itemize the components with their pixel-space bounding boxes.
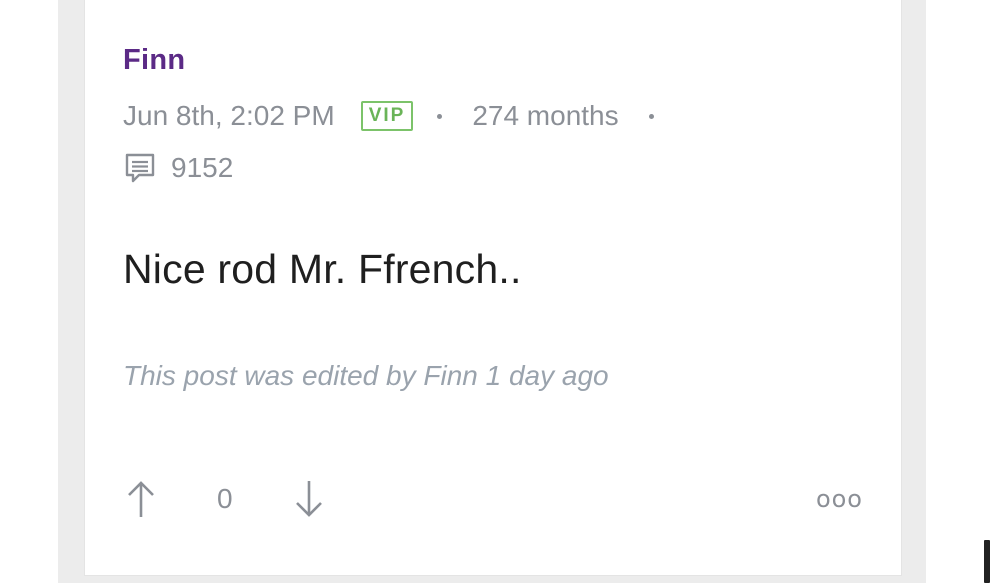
upvote-button[interactable] [123, 477, 159, 521]
downvote-button[interactable] [291, 477, 327, 521]
separator-dot [437, 113, 443, 119]
scroll-indicator [984, 540, 990, 583]
arrow-down-icon [295, 481, 322, 517]
member-tenure: 274 months [472, 100, 619, 131]
edit-note: This post was edited by Finn 1 day ago [123, 360, 609, 391]
post-body: Nice rod Mr. Ffrench.. [123, 246, 522, 292]
reply-count-value: 9152 [171, 152, 234, 183]
page-gutter [0, 0, 58, 583]
reply-count: 9152 [123, 150, 233, 186]
post-card: Finn Jun 8th, 2:02 PM VIP 274 months 915… [84, 0, 902, 576]
more-options-button[interactable]: ooo [816, 485, 863, 513]
arrow-up-icon [128, 481, 154, 517]
author-name[interactable]: Finn [123, 44, 185, 77]
chat-bubble-icon [123, 151, 157, 185]
vote-count: 0 [217, 483, 233, 514]
post-date[interactable]: Jun 8th, 2:02 PM [123, 100, 335, 132]
vote-bar: 0 ooo [123, 476, 863, 522]
vip-badge: VIP [360, 101, 414, 131]
separator-dot [648, 113, 654, 119]
post-meta: Jun 8th, 2:02 PM VIP 274 months [123, 98, 654, 134]
